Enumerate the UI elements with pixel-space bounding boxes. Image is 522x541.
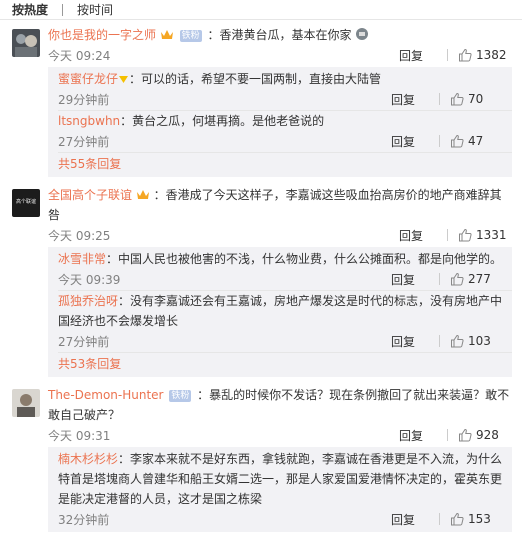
meta-divider <box>439 335 440 347</box>
reply-time: 27分钟前 <box>58 134 110 149</box>
reply-button[interactable]: 回复 <box>391 333 439 350</box>
sort-by-time-tab[interactable]: 按时间 <box>77 1 113 18</box>
comment-username[interactable]: 全国高个子联谊 <box>48 188 132 202</box>
reply-button[interactable]: 回复 <box>399 227 447 244</box>
reply-button[interactable]: 回复 <box>391 511 439 528</box>
reply-item: ltsngbwhn：黄台之瓜，何堪再摘。是他老爸说的 27分钟前 回复 47 <box>58 111 512 153</box>
avatar-text: 高个联谊 <box>15 199 36 205</box>
reply-button[interactable]: 回复 <box>391 91 439 108</box>
comment-time: 今天 09:25 <box>48 228 111 243</box>
reply-item: 孤独乔治呀：没有李嘉诚还会有王嘉诚，房地产爆发这是时代的标志，没有房地产中国经济… <box>58 291 512 353</box>
reply-username[interactable]: 冰雪非常 <box>58 252 106 266</box>
like-count: 103 <box>468 334 491 348</box>
like-count: 70 <box>468 92 484 106</box>
reply-text: ：中国人民也被他害的不浅，什么物业费，什么公摊面积。都是向他学的。 <box>106 252 503 266</box>
like-count: 1331 <box>476 228 507 242</box>
crown-icon <box>160 30 173 39</box>
comment-username[interactable]: The-Demon-Hunter <box>48 388 164 402</box>
reply-item: 冰雪非常：中国人民也被他害的不浅，什么物业费，什么公摊面积。都是向他学的。 今天… <box>58 249 512 291</box>
like-button[interactable]: 70 <box>450 92 504 106</box>
avatar[interactable] <box>12 29 40 57</box>
reply-list: 冰雪非常：中国人民也被他害的不浅，什么物业费，什么公摊面积。都是向他学的。 今天… <box>48 247 512 377</box>
thumbs-up-icon <box>451 92 464 106</box>
reply-time: 今天 09:39 <box>58 272 121 287</box>
fan-badge: 铁粉 <box>179 30 202 42</box>
comment-meta: 今天 09:31 回复 928 <box>48 425 512 445</box>
sort-divider <box>62 3 64 16</box>
comment-item: 你也是我的一字之师 铁粉 ：香港黄台瓜，基本在你家 今天 09:24 回复 13… <box>0 25 522 177</box>
like-button[interactable]: 1382 <box>458 48 512 62</box>
comment-body: 你也是我的一字之师 铁粉 ：香港黄台瓜，基本在你家 <box>48 25 512 45</box>
comment-time: 今天 09:24 <box>48 48 111 63</box>
reply-button[interactable]: 回复 <box>399 47 447 64</box>
reply-list: 蜜蜜仔龙仔 ：可以的话，希望不要一国两制，直接由大陆管 29分钟前 回复 70 l… <box>48 67 512 177</box>
like-count: 277 <box>468 272 491 286</box>
comment-meta: 今天 09:25 回复 1331 <box>48 225 512 245</box>
thumbs-up-icon <box>459 48 472 62</box>
like-button[interactable]: 47 <box>450 134 504 148</box>
avatar[interactable]: 高个联谊 <box>12 189 40 217</box>
comment-body: 全国高个子联谊 ：香港成了今天这样子，李嘉诚这些吸血抬高房价的地产商难辞其咎 <box>48 185 512 225</box>
reply-text: ：黄台之瓜，何堪再摘。是他老爸说的 <box>120 114 325 128</box>
like-count: 47 <box>468 134 484 148</box>
reply-item: 楠木杉杉杉：李家本来就不是好东西，拿钱就跑，李嘉诚在香港更是不入流，为什么特首是… <box>58 449 512 530</box>
comment-text: ：香港黄台瓜，基本在你家 <box>207 28 352 42</box>
comment-body: The-Demon-Hunter 铁粉 ：暴乱的时候你不发话？现在条例撤回了就出… <box>48 385 512 425</box>
like-count: 1382 <box>476 48 507 62</box>
reply-time: 27分钟前 <box>58 334 110 349</box>
like-button[interactable]: 928 <box>458 428 512 442</box>
like-count: 153 <box>468 512 491 526</box>
heart-emoji-icon <box>119 76 129 83</box>
comment-item: The-Demon-Hunter 铁粉 ：暴乱的时候你不发话？现在条例撤回了就出… <box>0 385 522 532</box>
reply-text: ：可以的话，希望不要一国两制，直接由大陆管 <box>129 72 382 86</box>
like-button[interactable]: 1331 <box>458 228 512 242</box>
thumbs-up-icon <box>451 512 464 526</box>
comment-item: 高个联谊 全国高个子联谊 ：香港成了今天这样子，李嘉诚这些吸血抬高房价的地产商难… <box>0 185 522 377</box>
meta-divider <box>439 273 440 285</box>
sort-by-hot-tab[interactable]: 按热度 <box>12 1 48 18</box>
reply-time: 29分钟前 <box>58 92 110 107</box>
meta-divider <box>439 93 440 105</box>
meta-divider <box>447 229 448 241</box>
reply-item: 蜜蜜仔龙仔 ：可以的话，希望不要一国两制，直接由大陆管 29分钟前 回复 70 <box>58 69 512 111</box>
meta-divider <box>439 135 440 147</box>
thumbs-up-icon <box>459 428 472 442</box>
reply-button[interactable]: 回复 <box>399 427 447 444</box>
emoji-icon <box>356 28 369 40</box>
comment-username[interactable]: 你也是我的一字之师 <box>48 28 156 42</box>
thumbs-up-icon <box>451 272 464 286</box>
like-button[interactable]: 277 <box>450 272 504 286</box>
fan-badge: 铁粉 <box>169 390 192 402</box>
comment-meta: 今天 09:24 回复 1382 <box>48 45 512 65</box>
crown-icon <box>136 190 149 199</box>
meta-divider <box>447 49 448 61</box>
reply-text: ：李家本来就不是好东西，拿钱就跑，李嘉诚在香港更是不入流，为什么特首是塔塊商人曾… <box>58 452 503 506</box>
avatar[interactable] <box>12 389 40 417</box>
more-replies-link[interactable]: 共55条回复 <box>58 153 512 175</box>
meta-divider <box>439 513 440 525</box>
thumbs-up-icon <box>451 334 464 348</box>
thumbs-up-icon <box>459 228 472 242</box>
reply-button[interactable]: 回复 <box>391 133 439 150</box>
like-button[interactable]: 103 <box>450 334 504 348</box>
meta-divider <box>447 429 448 441</box>
like-button[interactable]: 153 <box>450 512 504 526</box>
reply-username[interactable]: 蜜蜜仔龙仔 <box>58 72 118 86</box>
reply-text: ：没有李嘉诚还会有王嘉诚，房地产爆发这是时代的标志，没有房地产中国经济也不会爆发… <box>58 294 503 328</box>
sort-bar: 按热度 按时间 <box>0 0 522 20</box>
comment-time: 今天 09:31 <box>48 428 111 443</box>
reply-button[interactable]: 回复 <box>391 271 439 288</box>
thumbs-up-icon <box>451 134 464 148</box>
reply-username[interactable]: 楠木杉杉杉 <box>58 452 118 466</box>
reply-list: 楠木杉杉杉：李家本来就不是好东西，拿钱就跑，李嘉诚在香港更是不入流，为什么特首是… <box>48 447 512 532</box>
reply-username[interactable]: ltsngbwhn <box>58 114 120 128</box>
reply-username[interactable]: 孤独乔治呀 <box>58 294 118 308</box>
more-replies-link[interactable]: 共53条回复 <box>58 353 512 375</box>
reply-time: 32分钟前 <box>58 512 110 527</box>
like-count: 928 <box>476 428 499 442</box>
